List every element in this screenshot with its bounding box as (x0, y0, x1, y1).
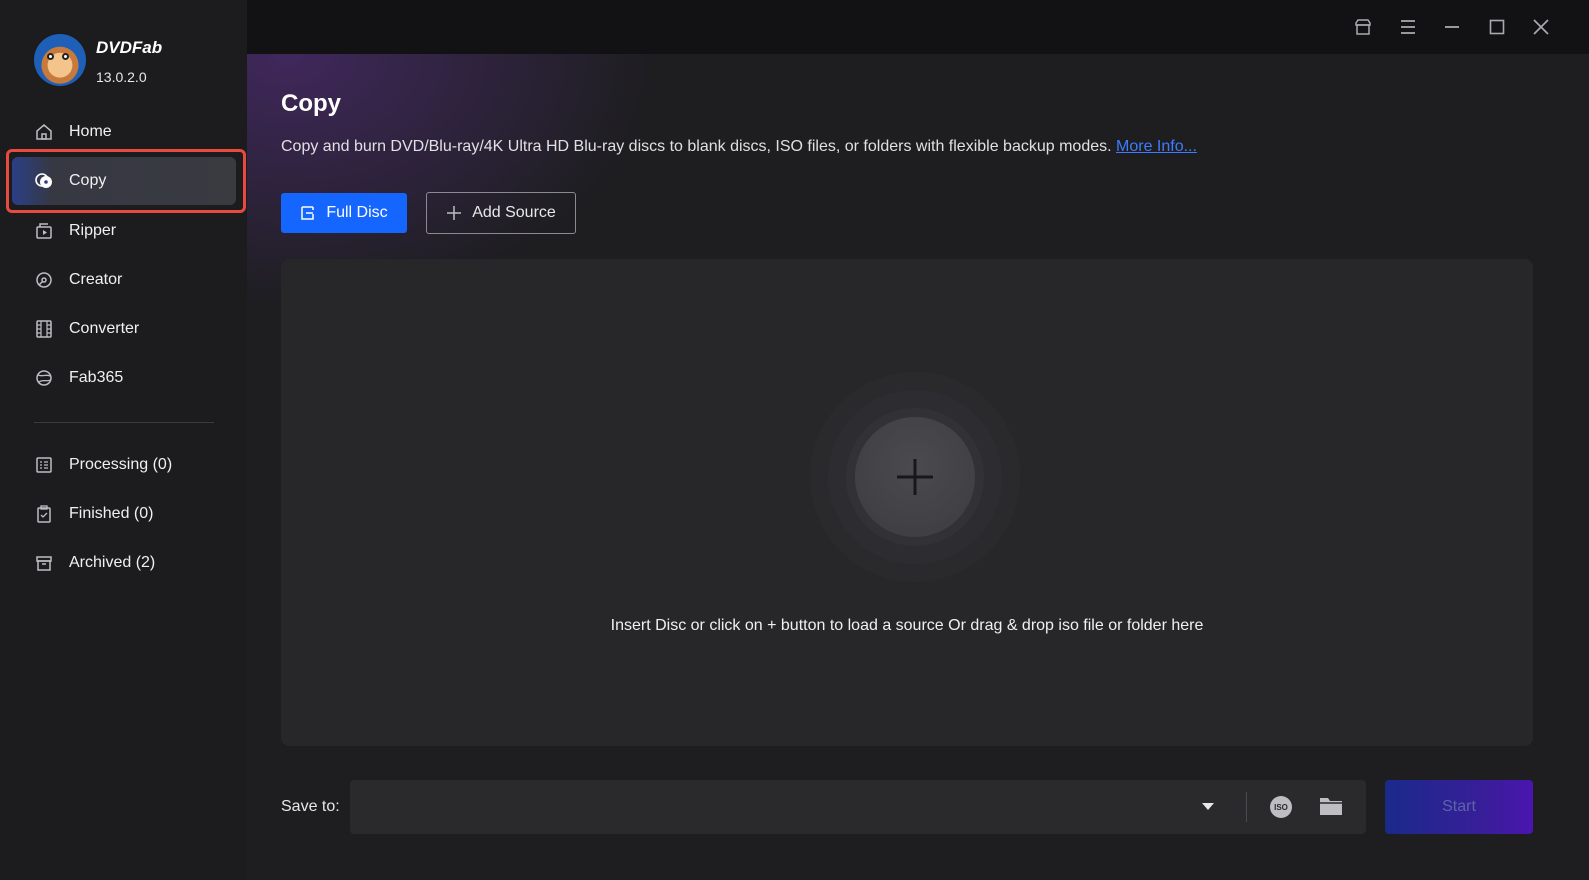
close-icon[interactable] (1528, 14, 1554, 40)
sidebar-item-finished[interactable]: Finished (0) (12, 490, 236, 538)
start-button[interactable]: Start (1385, 780, 1533, 834)
folder-icon[interactable] (1318, 794, 1344, 820)
main-panel: Copy Copy and burn DVD/Blu-ray/4K Ultra … (247, 54, 1589, 880)
add-source-label: Add Source (472, 204, 556, 221)
sidebar-item-fab365[interactable]: Fab365 (12, 354, 236, 402)
dvdfab-logo (34, 34, 86, 86)
sidebar-item-label: Finished (0) (69, 505, 154, 522)
app-version: 13.0.2.0 (96, 69, 147, 85)
menu-icon[interactable] (1395, 14, 1421, 40)
save-to-label: Save to: (281, 798, 340, 815)
source-drop-zone[interactable]: Insert Disc or click on + button to load… (281, 259, 1533, 746)
film-icon (34, 319, 54, 339)
iso-label: ISO (1274, 803, 1288, 812)
sidebar-item-label: Ripper (69, 222, 117, 239)
sidebar-item-label: Archived (2) (69, 554, 156, 571)
plus-icon (447, 206, 462, 220)
sidebar-item-processing[interactable]: Processing (0) (12, 441, 236, 489)
full-disc-icon (301, 206, 315, 220)
maximize-icon[interactable] (1484, 14, 1510, 40)
archive-icon (34, 553, 54, 573)
sidebar-item-ripper[interactable]: Ripper (12, 207, 236, 255)
clipboard-icon (34, 504, 54, 524)
start-label: Start (1442, 798, 1476, 815)
page-title: Copy (281, 90, 341, 117)
fab365-icon (34, 368, 54, 388)
sidebar-item-archived[interactable]: Archived (2) (12, 539, 236, 587)
app-window: DVDFab 13.0.2.0 Home Copy Ripper Creator (0, 0, 1589, 880)
drop-hint: Insert Disc or click on + button to load… (610, 617, 1204, 634)
active-item-highlight (6, 149, 246, 213)
app-name: DVDFab (96, 38, 163, 57)
creator-icon (34, 270, 54, 290)
page-description: Copy and burn DVD/Blu-ray/4K Ultra HD Bl… (281, 138, 1197, 156)
more-info-link[interactable]: More Info... (1116, 138, 1197, 155)
full-disc-label: Full Disc (326, 204, 388, 221)
sidebar-item-label: Converter (69, 320, 140, 337)
sidebar-item-label: Processing (0) (69, 456, 173, 473)
processing-icon (34, 455, 54, 475)
sidebar-item-creator[interactable]: Creator (12, 256, 236, 304)
save-to-field[interactable]: ISO (350, 780, 1366, 834)
home-icon (34, 122, 54, 142)
separator (1246, 792, 1247, 822)
shop-icon[interactable] (1350, 14, 1376, 40)
add-source-button[interactable]: Add Source (426, 192, 576, 234)
chevron-down-icon[interactable] (1200, 800, 1216, 814)
sidebar-item-label: Creator (69, 271, 123, 288)
sidebar-item-label: Home (69, 123, 112, 140)
title-bar (247, 0, 1589, 54)
sidebar-item-converter[interactable]: Converter (12, 305, 236, 353)
plus-icon (897, 459, 933, 495)
sidebar-item-label: Fab365 (69, 369, 124, 386)
iso-icon[interactable]: ISO (1268, 794, 1294, 820)
full-disc-button[interactable]: Full Disc (281, 193, 407, 233)
sidebar-divider (34, 422, 214, 423)
minimize-icon[interactable] (1439, 14, 1465, 40)
sidebar: DVDFab 13.0.2.0 Home Copy Ripper Creator (0, 0, 247, 880)
ripper-icon (34, 221, 54, 241)
description-text: Copy and burn DVD/Blu-ray/4K Ultra HD Bl… (281, 138, 1112, 155)
add-source-plus-button[interactable] (855, 417, 975, 537)
